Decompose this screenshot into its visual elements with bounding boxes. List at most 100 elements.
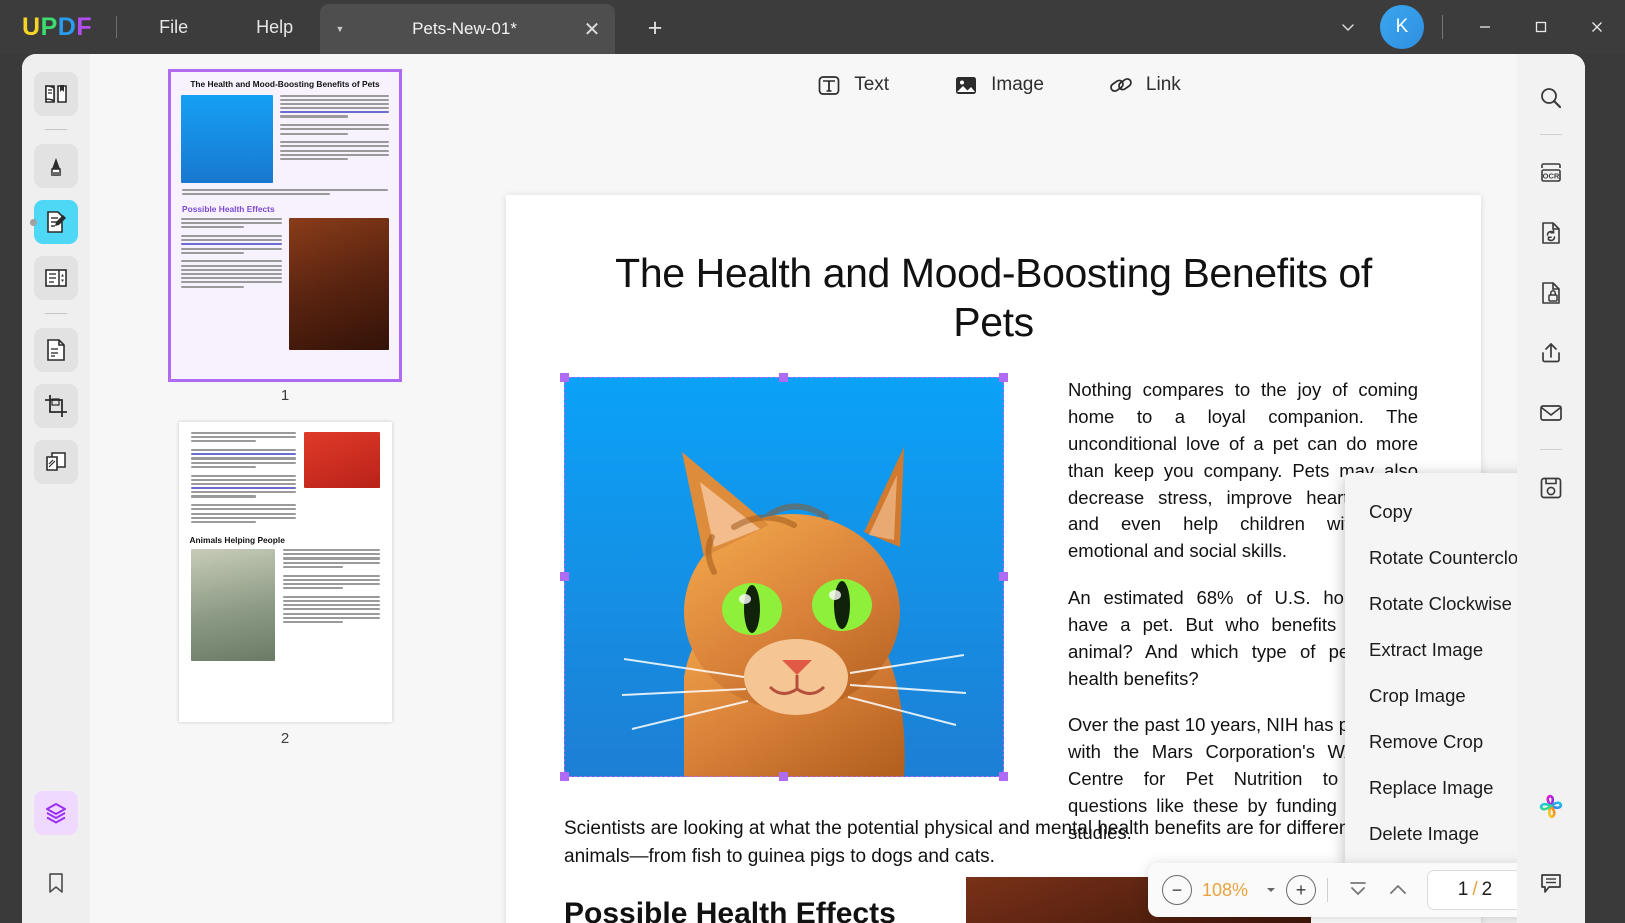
- picture-icon: [953, 72, 979, 98]
- edit-image-label: Image: [991, 74, 1044, 95]
- thumb2-subheading: Animals Helping People: [189, 535, 285, 546]
- toolbar-separator-1: [1327, 878, 1328, 902]
- sidebar-crop-icon[interactable]: [34, 384, 78, 428]
- page-separator: /: [1472, 879, 1478, 900]
- ctx-rotate-cw[interactable]: Rotate Clockwise: [1345, 581, 1517, 627]
- ctx-replace-image[interactable]: Replace Image: [1345, 765, 1517, 811]
- maximize-button[interactable]: [1513, 0, 1569, 54]
- thumb2-row: [179, 549, 392, 662]
- menu-file[interactable]: File: [141, 11, 206, 44]
- document-tab[interactable]: ▼ Pets-New-01* ✕: [320, 4, 615, 54]
- sidebar-convert-icon[interactable]: [34, 328, 78, 372]
- thumb2-text-top: [179, 422, 392, 525]
- sidebar-bookmark-icon[interactable]: [34, 861, 78, 905]
- close-window-button[interactable]: [1569, 0, 1625, 54]
- updf-logo[interactable]: U P D F: [22, 13, 92, 42]
- thumbnail-page-1[interactable]: The Health and Mood-Boosting Benefits of…: [168, 69, 402, 382]
- sidebar-annotate-icon[interactable]: [34, 144, 78, 188]
- ctx-extract-image-label: Extract Image: [1369, 639, 1484, 660]
- svg-text:OCR: OCR: [1543, 172, 1560, 181]
- zoom-in-button[interactable]: +: [1286, 875, 1316, 905]
- convert-file-icon[interactable]: [1529, 211, 1573, 255]
- zoom-level-value[interactable]: 108%: [1194, 880, 1256, 901]
- chevron-down-icon[interactable]: [1328, 7, 1368, 47]
- thumbnail-page-2[interactable]: Animals Helping People: [178, 422, 392, 722]
- sidebar-reader-icon[interactable]: [34, 72, 78, 116]
- updf-application-window: U P D F File Help ▼ Pets-New-01* ✕ + K T…: [0, 0, 1625, 923]
- ctx-crop-image[interactable]: Crop Image: [1345, 673, 1517, 719]
- ctx-replace-image-label: Replace Image: [1369, 777, 1494, 798]
- first-page-button[interactable]: [1339, 873, 1377, 907]
- page-subheading: Possible Health Effects: [564, 897, 896, 923]
- zoom-out-button[interactable]: −: [1162, 875, 1192, 905]
- save-file-icon[interactable]: [1529, 466, 1573, 510]
- sidebar-ai-assistant-icon[interactable]: [34, 791, 78, 835]
- document-viewport[interactable]: The Health and Mood-Boosting Benefits of…: [480, 116, 1517, 923]
- document-page-1[interactable]: The Health and Mood-Boosting Benefits of…: [506, 195, 1481, 923]
- tab-dropdown-caret-icon[interactable]: ▼: [320, 4, 360, 54]
- ctx-copy-label: Copy: [1369, 501, 1413, 522]
- thumb-text-block: [280, 94, 389, 183]
- previous-page-button[interactable]: [1379, 873, 1417, 907]
- rail-separator: [45, 129, 67, 130]
- page-navigation-toolbar[interactable]: − 108% + 1 / 2: [1148, 863, 1517, 917]
- logo-letter-d: D: [57, 12, 77, 41]
- ctx-delete-image[interactable]: Delete Image Del: [1345, 811, 1517, 857]
- rail-collapse-dot[interactable]: [30, 219, 37, 226]
- edit-link-tool[interactable]: Link: [1108, 72, 1181, 98]
- ctx-remove-crop[interactable]: Remove Crop: [1345, 719, 1517, 765]
- rail-separator-2: [45, 313, 67, 314]
- comment-panel-icon[interactable]: [1529, 861, 1573, 905]
- menu-help[interactable]: Help: [238, 11, 311, 44]
- edit-text-label: Text: [854, 74, 890, 95]
- zoom-dropdown-caret-icon[interactable]: [1258, 884, 1284, 896]
- thumb2-red-image: [303, 432, 380, 488]
- edit-text-tool[interactable]: Text: [816, 72, 889, 98]
- image-context-menu[interactable]: Copy Ctrl+C Rotate Counterclockwise Rota…: [1345, 473, 1517, 866]
- search-icon[interactable]: [1529, 76, 1573, 120]
- thumb-text-block-2: [181, 217, 282, 350]
- ctx-copy[interactable]: Copy Ctrl+C: [1345, 489, 1517, 535]
- ocr-icon[interactable]: OCR: [1529, 151, 1573, 195]
- page-title: The Health and Mood-Boosting Benefits of…: [615, 250, 1372, 346]
- thumb-cat-image: [181, 94, 273, 183]
- email-file-icon[interactable]: [1529, 391, 1573, 435]
- window-controls-group: K: [1328, 0, 1625, 54]
- logo-letter-p: P: [40, 12, 58, 41]
- page-number-input[interactable]: 1 / 2: [1427, 870, 1517, 910]
- minimize-button[interactable]: [1457, 0, 1513, 54]
- thumb2-cat-plant-image: [190, 549, 275, 662]
- edit-mode-toolbar: Text Image Link: [480, 54, 1517, 116]
- current-page-value: 1: [1457, 879, 1469, 900]
- sidebar-edit-icon[interactable]: [34, 200, 78, 244]
- logo-letter-f: F: [76, 12, 93, 41]
- ctx-rotate-ccw-label: Rotate Counterclockwise: [1369, 547, 1517, 568]
- right-rail-separator-2: [1540, 449, 1562, 450]
- main-panel: The Health and Mood-Boosting Benefits of…: [22, 54, 1585, 923]
- cat-photo[interactable]: [564, 377, 1004, 778]
- new-tab-button[interactable]: +: [638, 12, 672, 44]
- thumbnail-number-2: 2: [280, 730, 290, 747]
- ctx-rotate-ccw[interactable]: Rotate Counterclockwise: [1345, 535, 1517, 581]
- ctx-remove-crop-label: Remove Crop: [1369, 731, 1484, 752]
- sidebar-batch-icon[interactable]: [34, 440, 78, 484]
- thumbnail-item-1[interactable]: The Health and Mood-Boosting Benefits of…: [90, 69, 480, 404]
- right-rail-separator-1: [1540, 134, 1562, 135]
- avatar[interactable]: K: [1380, 5, 1424, 49]
- application-body: The Health and Mood-Boosting Benefits of…: [0, 54, 1625, 923]
- page-thumbnail-panel[interactable]: The Health and Mood-Boosting Benefits of…: [90, 54, 480, 923]
- tab-close-icon[interactable]: ✕: [569, 4, 615, 54]
- thumb-title: The Health and Mood-Boosting Benefits of…: [190, 79, 380, 89]
- ai-assistant-icon[interactable]: [1529, 785, 1573, 829]
- ctx-extract-image[interactable]: Extract Image: [1345, 627, 1517, 673]
- share-file-icon[interactable]: [1529, 331, 1573, 375]
- thumb-dog-image: [289, 217, 389, 350]
- protect-file-icon[interactable]: [1529, 271, 1573, 315]
- sidebar-organize-icon[interactable]: [34, 256, 78, 300]
- edit-image-tool[interactable]: Image: [953, 72, 1044, 98]
- thumbnail-item-2[interactable]: Animals Helping People 2: [90, 422, 480, 747]
- total-pages-value: 2: [1481, 879, 1493, 900]
- edit-link-label: Link: [1145, 74, 1181, 95]
- ctx-crop-image-label: Crop Image: [1369, 685, 1466, 706]
- chain-link-icon: [1108, 72, 1134, 98]
